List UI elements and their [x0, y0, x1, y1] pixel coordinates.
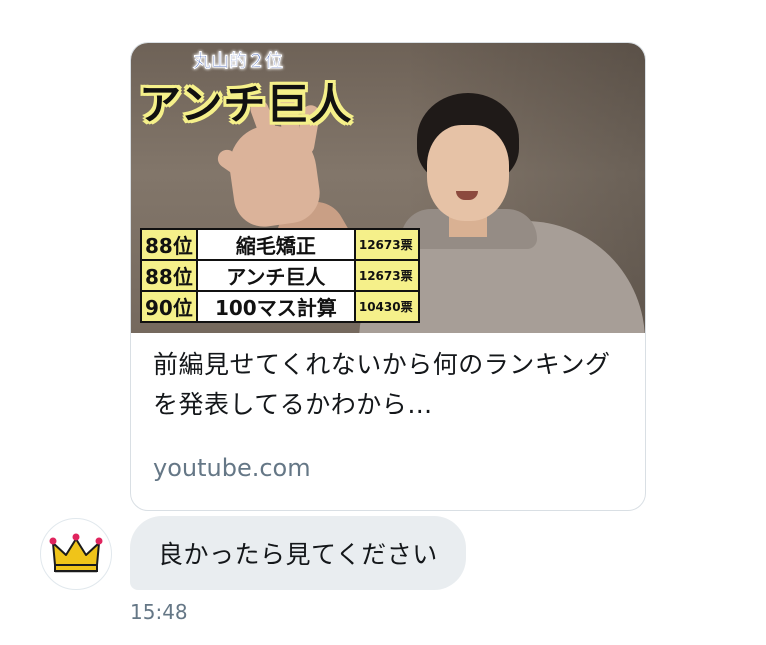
ranking-votes: 10430票: [353, 290, 420, 323]
ranking-votes: 12673票: [353, 259, 420, 292]
person-face: [427, 125, 509, 221]
ranking-votes: 12673票: [353, 228, 420, 261]
dm-conversation: 丸山的２位 アンチ巨人 88位 縮毛矯正 12673票 88位 アンチ巨人 12…: [0, 0, 766, 645]
ranking-position: 90位: [140, 290, 198, 323]
message-timestamp: 15:48: [130, 600, 188, 624]
thumbnail-caption-big: アンチ巨人: [139, 80, 353, 129]
ranking-row: 88位 縮毛矯正 12673票: [140, 228, 420, 261]
message-bubble[interactable]: 良かったら見てください: [130, 516, 466, 590]
ranking-position: 88位: [140, 259, 198, 292]
link-domain: youtube.com: [153, 454, 311, 482]
link-title[interactable]: 前編見せてくれないから何のランキングを発表してるかわから…: [153, 345, 633, 425]
ranking-table: 88位 縮毛矯正 12673票 88位 アンチ巨人 12673票 90位 100…: [140, 228, 420, 323]
link-preview-card[interactable]: 丸山的２位 アンチ巨人 88位 縮毛矯正 12673票 88位 アンチ巨人 12…: [130, 42, 646, 511]
ranking-name: 縮毛矯正: [195, 228, 356, 261]
ranking-position: 88位: [140, 228, 198, 261]
ranking-name: 100マス計算: [195, 290, 356, 323]
video-thumbnail[interactable]: 丸山的２位 アンチ巨人 88位 縮毛矯正 12673票 88位 アンチ巨人 12…: [131, 43, 645, 333]
thumbnail-caption-small: 丸山的２位: [193, 51, 283, 72]
ranking-row: 88位 アンチ巨人 12673票: [140, 259, 420, 292]
sender-avatar[interactable]: [40, 518, 112, 590]
ranking-name: アンチ巨人: [195, 259, 356, 292]
ranking-row: 90位 100マス計算 10430票: [140, 290, 420, 323]
crown-icon: [49, 533, 103, 573]
message-text: 良かったら見てください: [158, 540, 438, 569]
